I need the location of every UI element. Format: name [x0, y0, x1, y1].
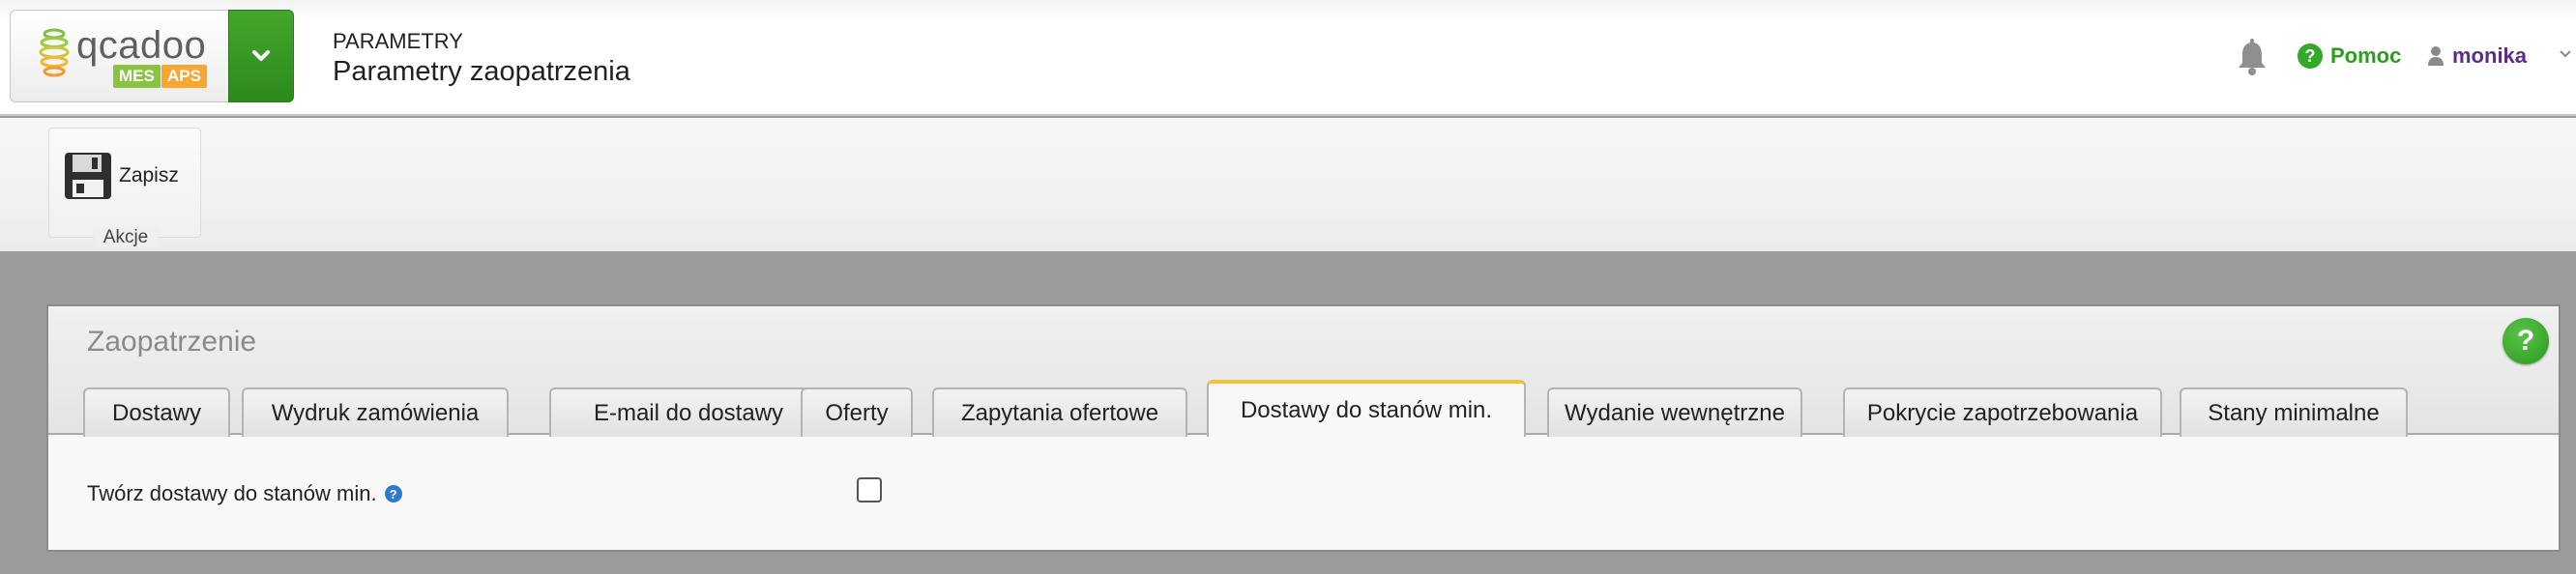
logo-wordmark: qcadoo	[76, 24, 207, 67]
help-icon: ?	[2298, 43, 2323, 69]
tab-stany-minimalne[interactable]: Stany minimalne	[2180, 387, 2408, 437]
chevron-down-icon	[252, 50, 270, 61]
user-icon	[2428, 46, 2444, 66]
floppy-disk-icon	[65, 153, 111, 199]
user-menu-chevron-icon[interactable]	[2559, 48, 2572, 60]
save-button[interactable]: Zapisz	[63, 150, 179, 202]
top-header: qcadoo MES APS PARAMETRY Parametry zaopa…	[0, 0, 2576, 116]
info-icon[interactable]: ?	[384, 485, 402, 502]
page-section: PARAMETRY	[333, 29, 463, 53]
badge-aps: APS	[161, 65, 207, 88]
app-logo[interactable]: qcadoo MES APS	[10, 10, 228, 102]
tab-oferty[interactable]: Oferty	[801, 387, 913, 437]
help-label: Pomoc	[2330, 43, 2402, 68]
tab-zapytania-ofertowe[interactable]: Zapytania ofertowe	[932, 387, 1187, 437]
create-deliveries-checkbox[interactable]	[857, 477, 882, 502]
save-label: Zapisz	[119, 164, 179, 187]
action-toolbar: Zapisz Akcje	[0, 118, 2576, 251]
panel-header: Zaopatrzenie ? Dostawy Wydruk zamówienia…	[48, 306, 2559, 437]
badge-mes: MES	[113, 65, 161, 88]
actions-group-label: Akcje	[49, 227, 202, 248]
panel-title: Zaopatrzenie	[87, 326, 257, 358]
panel-help-icon[interactable]: ?	[2503, 318, 2549, 364]
logo-mark-icon	[39, 28, 70, 77]
main-menu-button[interactable]	[228, 10, 294, 102]
page-title: Parametry zaopatrzenia	[333, 56, 630, 87]
help-link[interactable]: ? Pomoc	[2298, 43, 2401, 70]
procurement-panel: Zaopatrzenie ? Dostawy Wydruk zamówienia…	[46, 304, 2561, 552]
create-deliveries-field: Twórz dostawy do stanów min. ?	[87, 481, 402, 506]
create-deliveries-label: Twórz dostawy do stanów min.	[87, 481, 377, 505]
tab-email-do-dostawy[interactable]: E-mail do dostawy	[549, 387, 828, 437]
tab-wydruk-zamowienia[interactable]: Wydruk zamówienia	[242, 387, 509, 437]
tab-pokrycie-zapotrzebowania[interactable]: Pokrycie zapotrzebowania	[1843, 387, 2162, 437]
tab-wydanie-wewnetrzne[interactable]: Wydanie wewnętrzne	[1547, 387, 1802, 437]
tab-content: Twórz dostawy do stanów min. ?	[48, 437, 2559, 550]
user-menu[interactable]: monika	[2427, 43, 2527, 70]
notifications-bell-icon[interactable]	[2236, 39, 2269, 77]
tab-dostawy[interactable]: Dostawy	[83, 387, 230, 437]
actions-group: Zapisz Akcje	[48, 128, 201, 247]
tab-dostawy-do-stanow-min[interactable]: Dostawy do stanów min.	[1207, 380, 1526, 437]
user-name: monika	[2452, 43, 2528, 68]
